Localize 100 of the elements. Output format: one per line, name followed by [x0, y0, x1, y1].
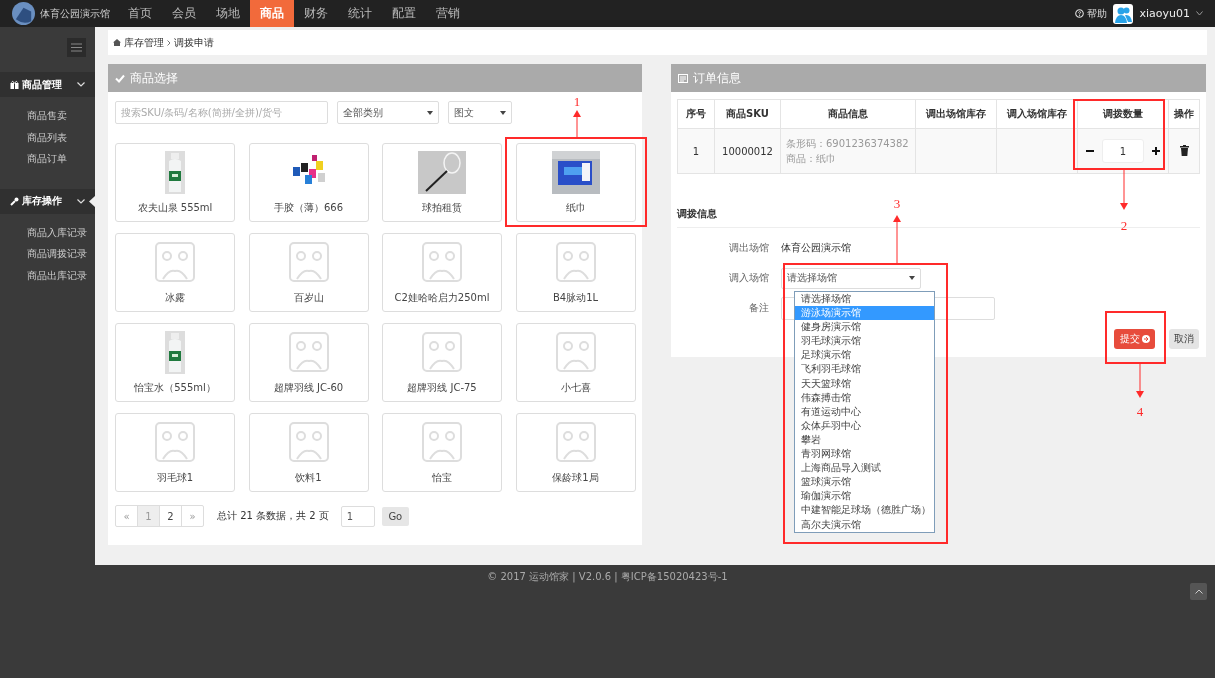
- product-card[interactable]: 球拍租赁: [382, 143, 502, 222]
- sidebar-group[interactable]: 库存操作: [0, 188, 95, 214]
- nav-tab[interactable]: 财务: [294, 0, 338, 27]
- sidebar-item[interactable]: 商品列表: [0, 126, 95, 148]
- sidebar-item[interactable]: 商品售卖: [0, 105, 95, 127]
- check-icon: [115, 73, 125, 83]
- logo-icon: [12, 2, 35, 25]
- dropdown-option[interactable]: 健身房演示馆: [795, 320, 934, 335]
- arrow-circle-icon[interactable]: [1141, 335, 1150, 343]
- product-card[interactable]: 纸巾: [515, 143, 636, 222]
- quantity-field[interactable]: 1: [1102, 139, 1144, 163]
- nav-tab[interactable]: 会员: [162, 0, 206, 27]
- dropdown-option[interactable]: 有道运动中心: [795, 404, 934, 419]
- callout-box: [1105, 311, 1166, 364]
- field-label: 调出场馆: [728, 241, 770, 255]
- product-card[interactable]: 农夫山泉 555ml: [115, 143, 235, 222]
- chevron-icon: [77, 198, 85, 204]
- field-label: 备注: [748, 301, 770, 315]
- nav-tab[interactable]: 首页: [118, 0, 162, 27]
- product-card[interactable]: C2娃哈哈启力250ml: [382, 233, 502, 312]
- product-card[interactable]: 羽毛球1: [115, 413, 235, 492]
- go-button[interactable]: Go: [381, 506, 409, 526]
- sidebar-item[interactable]: 商品调拨记录: [0, 243, 95, 265]
- dropdown-option[interactable]: 请选择场馆: [795, 292, 934, 307]
- dropdown-option[interactable]: 羽毛球演示馆: [795, 334, 934, 349]
- product-card[interactable]: 冰露: [115, 233, 235, 312]
- dropdown-option[interactable]: 伟森搏击馆: [795, 390, 934, 405]
- product-card[interactable]: 百岁山: [248, 233, 369, 312]
- dropdown-option[interactable]: 飞利羽毛球馆: [795, 362, 934, 377]
- cancel-button[interactable]: 取消: [1169, 329, 1199, 349]
- plus-icon[interactable]: [1152, 147, 1160, 155]
- product-card[interactable]: 超牌羽线 JC-75: [382, 323, 502, 402]
- caret-icon[interactable]: [1196, 11, 1203, 16]
- sidebar-group[interactable]: 商品管理: [0, 72, 95, 97]
- dropdown-option[interactable]: 瑜伽演示馆: [795, 489, 934, 504]
- callout-arrow: [893, 215, 901, 263]
- column-header: 调入场馆库存: [996, 99, 1078, 129]
- page-input[interactable]: 1: [340, 505, 375, 527]
- column-header: 商品信息: [780, 99, 916, 129]
- panel-title: 订单信息: [693, 69, 741, 87]
- venue-name: 体育公园演示馆: [40, 6, 110, 21]
- group-title: 库存操作: [22, 194, 62, 208]
- menu-button[interactable]: [67, 38, 86, 57]
- callout-number: 1: [573, 94, 581, 110]
- category-select[interactable]: 全部类别: [337, 101, 439, 124]
- caret-icon[interactable]: [500, 110, 506, 115]
- product-card[interactable]: 怡宝: [382, 413, 502, 492]
- group-title: 商品管理: [22, 77, 62, 92]
- product-card[interactable]: 超牌羽线 JC-60: [248, 323, 369, 402]
- nav-tab[interactable]: 场地: [206, 0, 250, 27]
- callout-arrow: [1136, 364, 1144, 398]
- page-link[interactable]: 2: [160, 506, 182, 526]
- product-card[interactable]: 怡宝水（555ml）: [115, 323, 235, 402]
- callout-number: 2: [1120, 218, 1128, 234]
- dropdown-option[interactable]: 众体乒羽中心: [795, 418, 934, 433]
- breadcrumb-item[interactable]: 库存管理: [124, 35, 164, 50]
- footer-text: © 2017 运动馆家 | V2.0.6 | 粤ICP备15020423号-1: [486, 570, 729, 584]
- menu-icon[interactable]: [71, 43, 82, 52]
- back-to-top-button[interactable]: [1190, 583, 1207, 600]
- field-label: 调入场馆: [728, 271, 770, 285]
- dropdown-option[interactable]: 足球演示馆: [795, 348, 934, 363]
- dropdown-option[interactable]: 攀岩: [795, 432, 934, 448]
- column-header: 调拨数量: [1077, 99, 1169, 129]
- product-card[interactable]: 饮料1: [248, 413, 369, 492]
- page-summary: 总计 21 条数据，共 2 页: [217, 509, 329, 523]
- chevron-icon: [77, 82, 85, 87]
- product-card[interactable]: B4脉动1L: [515, 233, 636, 312]
- dropdown-option[interactable]: 天天篮球馆: [795, 376, 934, 391]
- separator-icon: [167, 39, 171, 46]
- dropdown-option[interactable]: 篮球演示馆: [795, 475, 934, 490]
- caret-icon[interactable]: [427, 110, 433, 115]
- help-link[interactable]: 帮助: [1075, 6, 1108, 21]
- caret-icon[interactable]: [909, 276, 915, 280]
- callout-number: 3: [893, 196, 901, 212]
- dropdown-option[interactable]: 上海商品导入测试: [795, 461, 934, 476]
- field-value: 体育公园演示馆: [781, 241, 851, 255]
- table-cell: 10000012: [714, 128, 781, 174]
- gift-icon: [10, 80, 19, 89]
- submit-button[interactable]: 提交: [1114, 329, 1155, 349]
- nav-tab[interactable]: 配置: [382, 0, 426, 27]
- sidebar-item[interactable]: 商品出库记录: [0, 264, 95, 286]
- sidebar-item[interactable]: 商品入库记录: [0, 221, 95, 243]
- view-select[interactable]: 图文: [448, 101, 512, 124]
- dropdown-option[interactable]: 中建智能足球场（德胜广场）: [795, 503, 934, 518]
- product-card[interactable]: 保龄球1局: [515, 413, 636, 492]
- chevron-up-icon[interactable]: [1194, 589, 1203, 594]
- product-card[interactable]: 手胶（薄）666: [248, 143, 369, 222]
- dropdown-option[interactable]: 青羽网球馆: [795, 447, 934, 462]
- trash-icon[interactable]: [1179, 144, 1189, 156]
- nav-tab[interactable]: 营销: [426, 0, 470, 27]
- venue-select[interactable]: 请选择场馆: [781, 267, 921, 289]
- product-card[interactable]: 小七喜: [515, 323, 636, 402]
- nav-tab[interactable]: 统计: [338, 0, 382, 27]
- list-icon: [678, 73, 688, 83]
- minus-icon[interactable]: [1086, 147, 1094, 155]
- user-name[interactable]: xiaoyu01: [1139, 7, 1190, 20]
- dropdown-option[interactable]: 高尔夫演示馆: [795, 517, 934, 532]
- sidebar-item[interactable]: 商品订单: [0, 148, 95, 170]
- help-icon[interactable]: [1075, 9, 1085, 18]
- avatar-icon[interactable]: [1113, 3, 1134, 24]
